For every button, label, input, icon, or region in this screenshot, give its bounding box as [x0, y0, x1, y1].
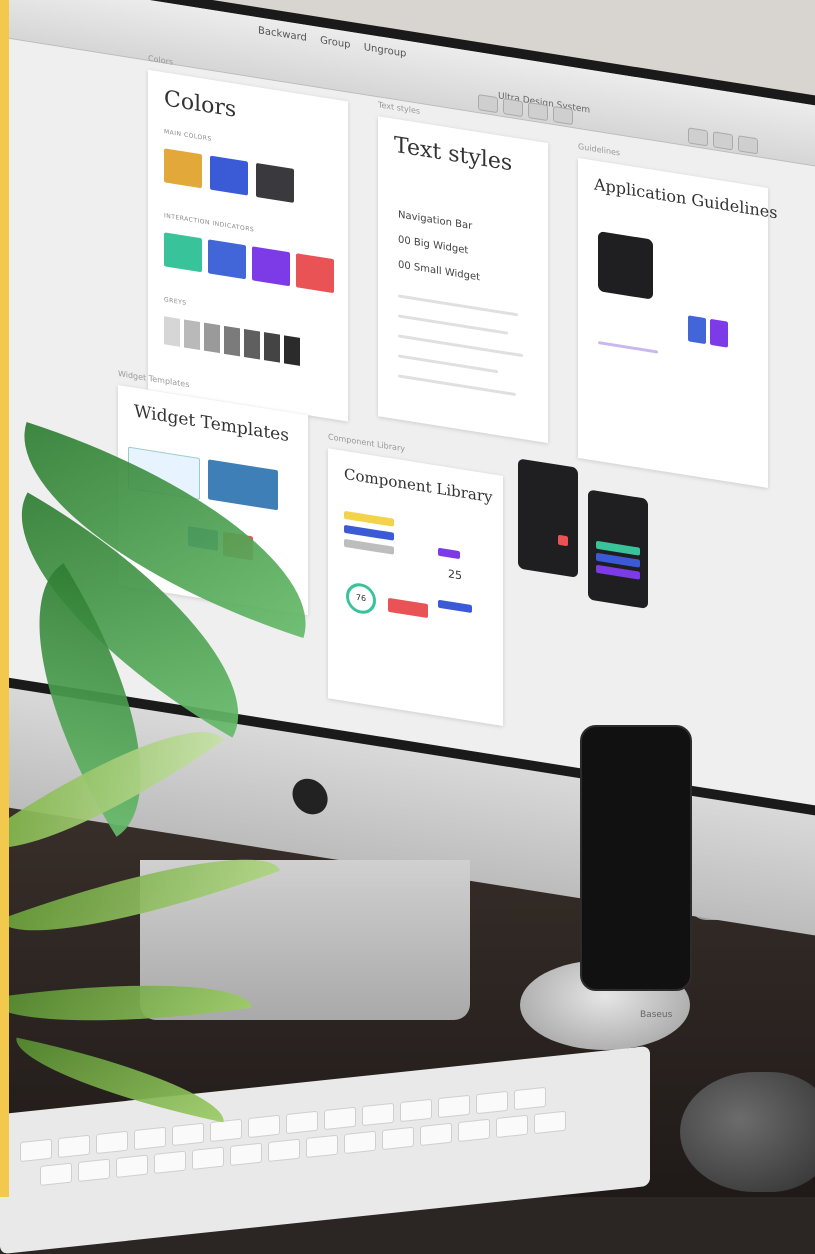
- keyboard-key: [476, 1090, 508, 1115]
- menu-group[interactable]: Group: [320, 35, 350, 51]
- keyboard-key: [496, 1114, 528, 1139]
- stat-marker: [558, 534, 568, 547]
- text-line: [398, 294, 518, 317]
- app-card: [688, 315, 706, 345]
- text-line: [398, 314, 508, 335]
- toggle-sample[interactable]: [438, 547, 460, 560]
- artboard-tag: Component Library: [328, 432, 405, 454]
- color-swatch[interactable]: [252, 246, 290, 287]
- keyboard-key: [210, 1118, 242, 1143]
- app-preview: [598, 231, 653, 300]
- dock-brand-label: Baseus: [640, 1010, 673, 1020]
- section-label: GREYS: [164, 296, 187, 307]
- menu-backward[interactable]: Backward: [258, 25, 307, 44]
- keyboard-key: [514, 1086, 546, 1111]
- color-swatch[interactable]: [210, 155, 248, 196]
- stat-bar: [596, 564, 640, 580]
- keyboard-key: [20, 1138, 52, 1163]
- section-label: INTERACTION INDICATORS: [164, 212, 255, 234]
- artboard-text-styles[interactable]: Text styles Text styles Navigation Bar 0…: [378, 100, 548, 444]
- color-swatch[interactable]: [208, 239, 246, 280]
- dark-app-screen: [588, 489, 648, 609]
- toolbar-button[interactable]: [688, 127, 708, 147]
- frame-accent: [0, 0, 9, 1197]
- artboard-guidelines[interactable]: Guidelines Application Guidelines: [578, 142, 777, 488]
- artboard-title: Colors: [164, 86, 237, 123]
- color-swatch[interactable]: [164, 148, 202, 189]
- keyboard-key: [534, 1110, 566, 1135]
- keyboard-key: [40, 1162, 72, 1186]
- keyboard-key: [324, 1106, 356, 1131]
- artboard-components[interactable]: Component Library Component Library 25 7…: [328, 432, 503, 727]
- text-line: [398, 334, 523, 358]
- keyboard-key: [154, 1150, 186, 1174]
- toolbar-button[interactable]: [738, 135, 758, 155]
- text-line: [398, 354, 498, 374]
- keyboard-key: [78, 1158, 110, 1182]
- dark-app-screen: [518, 458, 578, 578]
- toolbar-button[interactable]: [503, 98, 523, 118]
- keyboard-key: [268, 1138, 300, 1162]
- color-swatch[interactable]: [296, 253, 334, 294]
- keyboard-key: [362, 1102, 394, 1127]
- gauge-widget: 76: [346, 581, 376, 616]
- grey-swatch[interactable]: [224, 325, 240, 357]
- artboard-title: Text styles: [394, 132, 513, 177]
- keyboard-key: [458, 1118, 490, 1143]
- keyboard-key: [230, 1142, 262, 1166]
- button-sample[interactable]: [344, 538, 394, 555]
- artboard-colors[interactable]: Colors Colors MAIN COLORS INTERACTION IN…: [148, 54, 348, 422]
- stepper-value[interactable]: 25: [448, 567, 462, 582]
- grey-swatch[interactable]: [264, 332, 280, 363]
- keyboard-key: [382, 1126, 414, 1151]
- keyboard-key: [420, 1122, 452, 1147]
- text-line: [398, 374, 516, 397]
- artboard-title: Widget Templates: [134, 401, 289, 447]
- text-style-row[interactable]: Navigation Bar: [398, 209, 472, 232]
- toolbar-button[interactable]: [528, 101, 548, 122]
- menu-ungroup[interactable]: Ungroup: [364, 42, 407, 60]
- grey-swatch[interactable]: [164, 316, 180, 347]
- apple-logo-icon: ●: [290, 762, 331, 823]
- artboard-title: Application Guidelines: [594, 174, 778, 223]
- smartphone: [580, 725, 692, 991]
- grey-swatch[interactable]: [244, 328, 260, 360]
- keyboard-key: [116, 1154, 148, 1178]
- grey-swatch[interactable]: [184, 319, 200, 351]
- keyboard-key: [248, 1114, 280, 1139]
- monitor-screen: Backward Group Ungroup Ultra Design Syst…: [8, 0, 815, 810]
- artboard-tag: Guidelines: [578, 141, 621, 158]
- keyboard-key: [172, 1122, 204, 1147]
- chart-line: [598, 341, 658, 354]
- button-sample[interactable]: [344, 510, 394, 527]
- input-sample[interactable]: [438, 599, 472, 614]
- keyboard-key: [400, 1098, 432, 1123]
- text-style-row[interactable]: 00 Small Widget: [398, 259, 480, 283]
- keyboard-key: [286, 1110, 318, 1135]
- toolbar-button[interactable]: [478, 94, 498, 114]
- toolbar-button[interactable]: [713, 131, 733, 151]
- keyboard-key: [96, 1130, 128, 1155]
- grey-swatch[interactable]: [204, 322, 220, 354]
- artboard-title: Component Library: [344, 464, 493, 507]
- color-swatch[interactable]: [164, 232, 202, 273]
- keyboard-key: [58, 1134, 90, 1159]
- keyboard-key: [344, 1130, 376, 1155]
- keyboard-key: [306, 1134, 338, 1158]
- keyboard-key: [134, 1126, 166, 1151]
- app-card: [710, 318, 728, 348]
- toolbar-button[interactable]: [553, 105, 573, 126]
- color-swatch[interactable]: [256, 162, 294, 203]
- keyboard-key: [192, 1146, 224, 1170]
- stat-widget[interactable]: [208, 459, 278, 511]
- text-style-row[interactable]: 00 Big Widget: [398, 234, 468, 256]
- grey-swatch[interactable]: [284, 335, 300, 366]
- section-label: MAIN COLORS: [164, 128, 212, 143]
- card-sample[interactable]: [388, 597, 428, 619]
- button-sample[interactable]: [344, 524, 394, 541]
- keyboard-key: [438, 1094, 470, 1119]
